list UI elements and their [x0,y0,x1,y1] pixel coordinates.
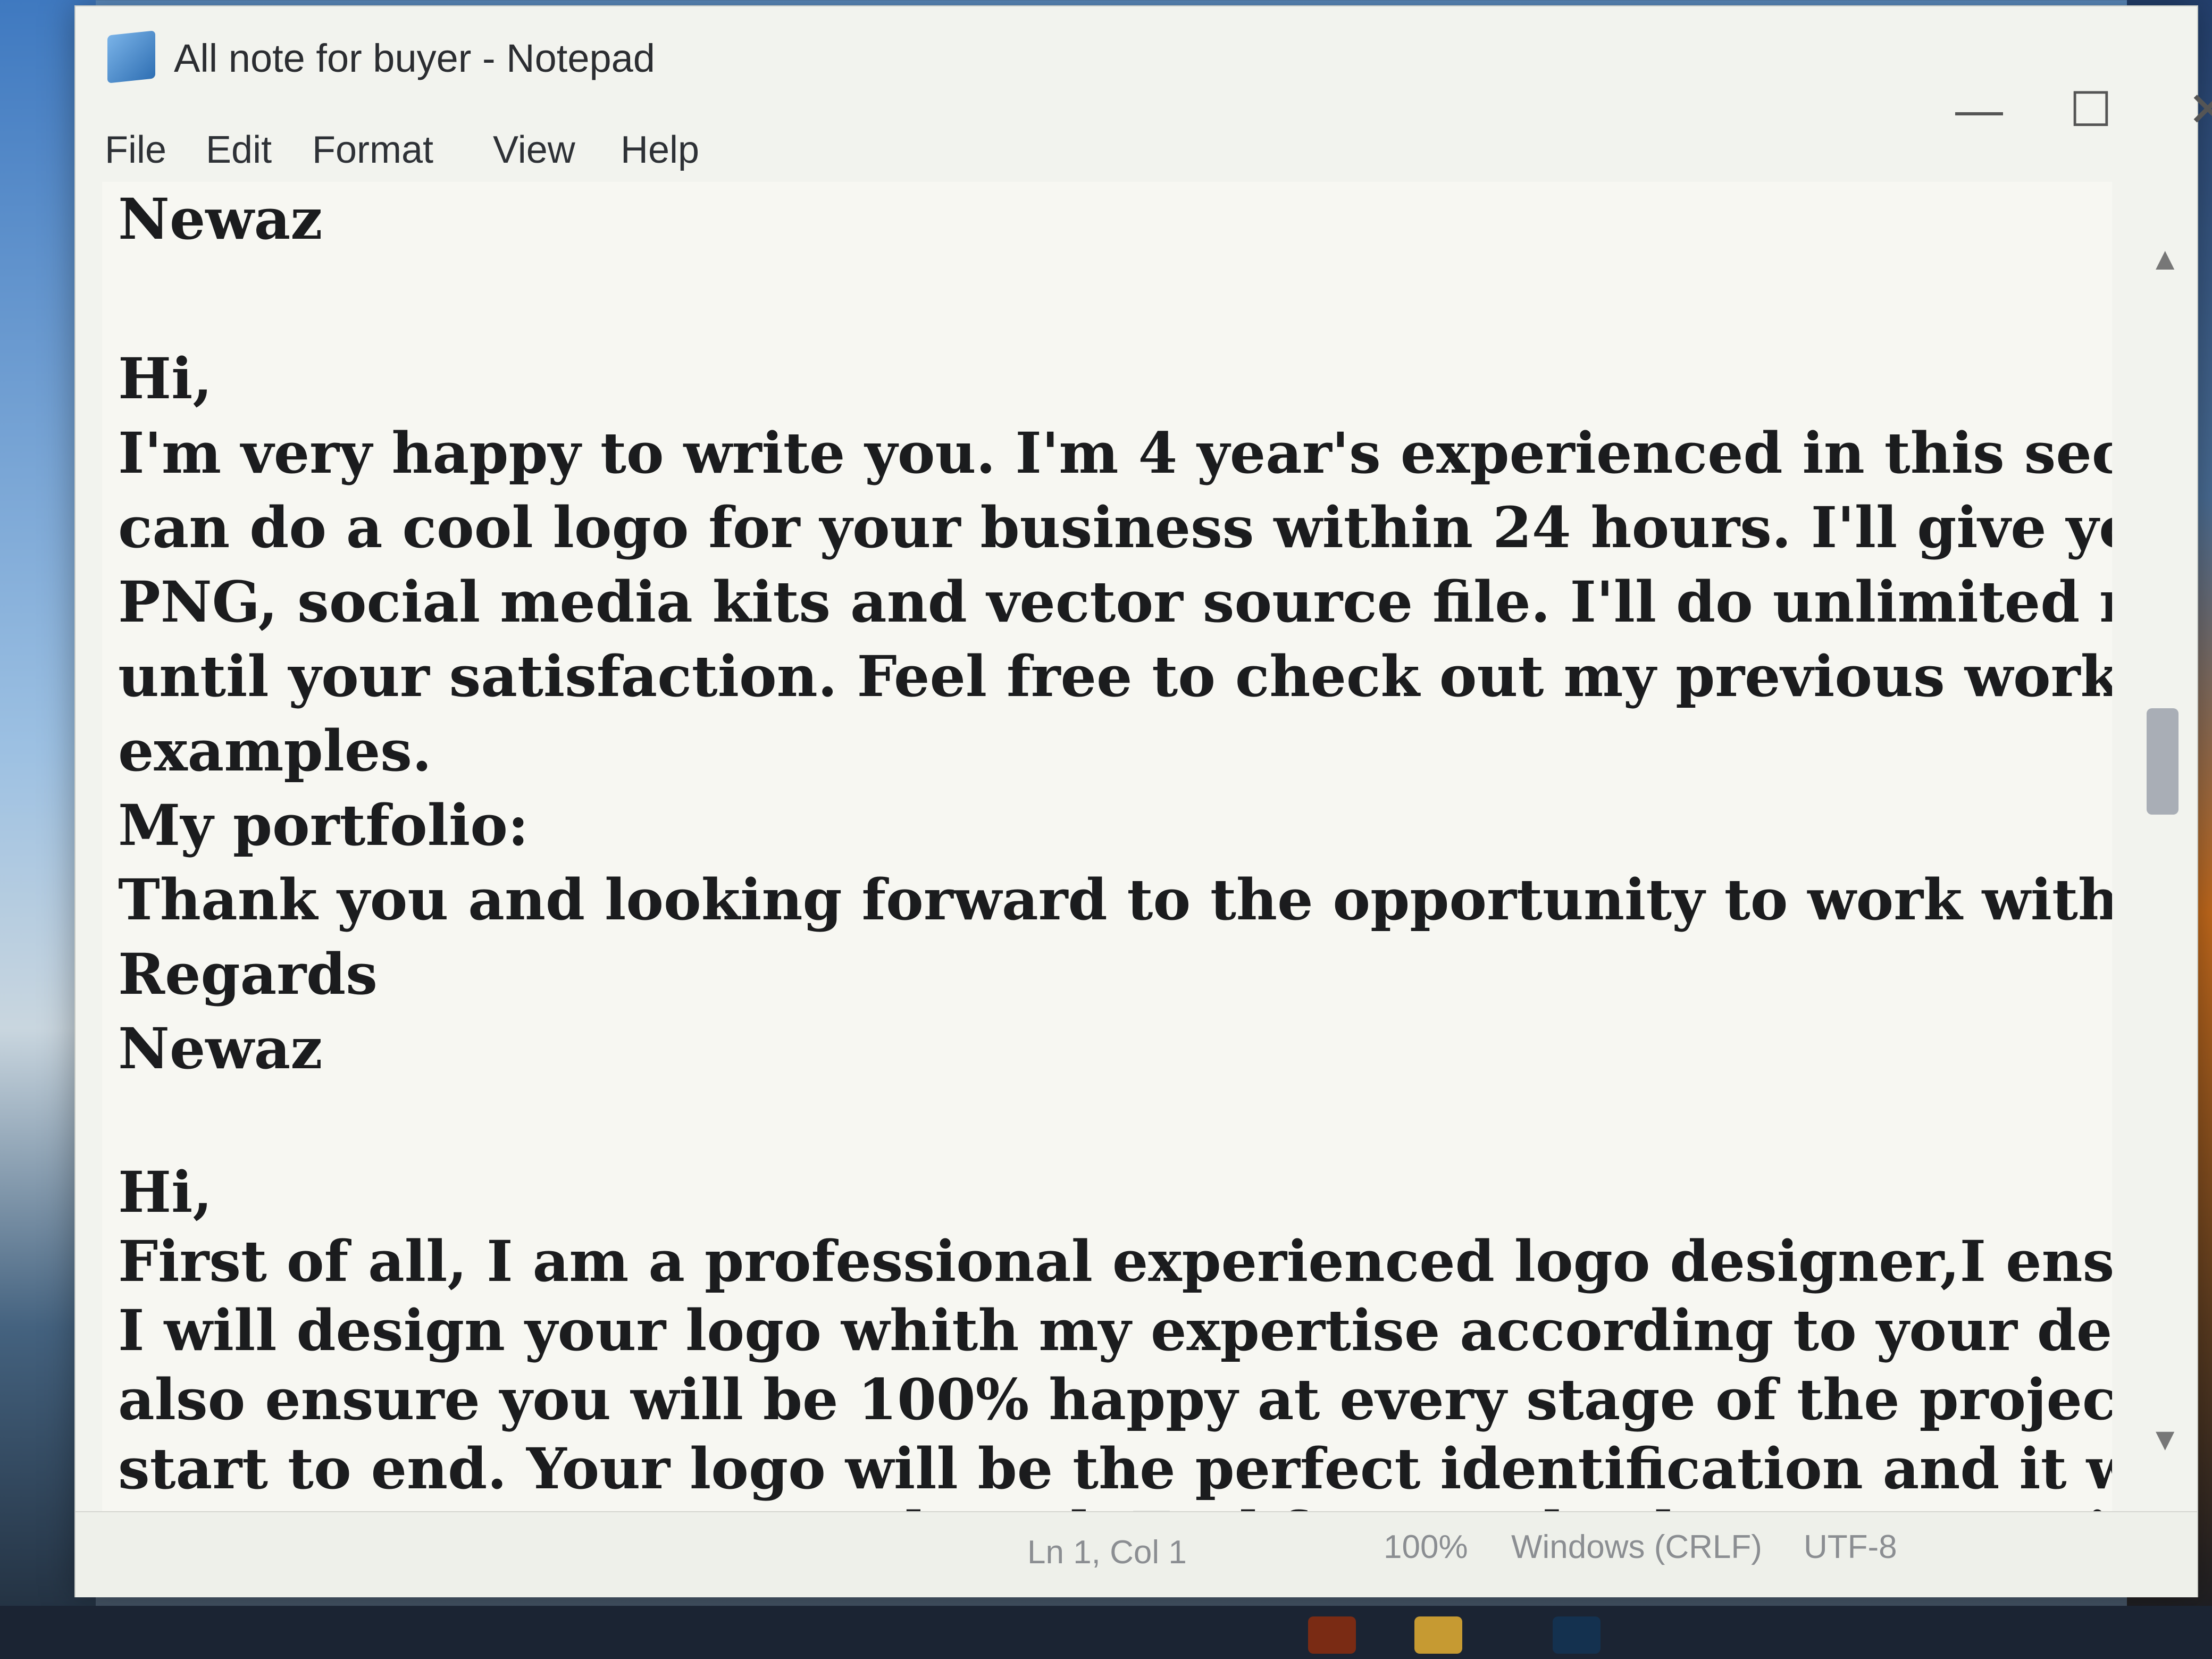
editor-line: until your satisfaction. Feel free to ch… [118,643,2112,709]
title-bar[interactable]: All note for buyer - Notepad — ☐ ✕ [76,6,2212,137]
menu-file[interactable]: File [105,118,166,182]
editor-line: My portfolio: [118,792,529,858]
menu-view[interactable]: View [493,118,575,182]
editor-line: Newaz [118,186,323,252]
scroll-up-icon[interactable]: ▲ [2149,240,2181,277]
editor-line: First of all, I am a professional experi… [118,1228,2112,1294]
photoshop-icon[interactable] [1553,1616,1601,1654]
editor-line: start to end. Your logo will be the perf… [118,1435,2112,1502]
editor-line: examples. [118,717,432,784]
minimize-button[interactable]: — [1926,70,2032,150]
editor-line: also ensure you will be 100% happy at ev… [118,1366,2112,1432]
editor-line: I will design your logo whith my experti… [118,1297,2112,1363]
editor-line: can do a cool logo for your business wit… [118,494,2112,560]
maximize-button[interactable]: ☐ [2038,70,2144,150]
scroll-thumb[interactable] [2147,708,2179,815]
status-bar: Ln 1, Col 1 100% Windows (CRLF) UTF-8 [76,1511,2197,1597]
encoding: UTF-8 [1804,1529,1897,1565]
menu-help[interactable]: Help [621,118,699,182]
notepad-window: All note for buyer - Notepad — ☐ ✕ File … [74,5,2212,1597]
editor-line: Hi, [118,1159,213,1225]
editor-line: Newaz [118,1015,323,1082]
editor-line: PNG, social media kits and vector source… [118,568,2112,635]
zoom-level: 100% [1384,1529,1468,1565]
cursor-position: Ln 1, Col 1 [1027,1534,1187,1571]
menu-edit[interactable]: Edit [206,118,272,182]
scroll-down-icon[interactable]: ▼ [2149,1421,2181,1457]
editor-line: I'm very happy to write you. I'm 4 year'… [118,420,2112,486]
window-title: All note for buyer - Notepad [174,36,655,80]
menu-format[interactable]: Format [312,118,433,182]
taskbar [0,1606,2212,1659]
editor-line: Hi, [118,345,213,412]
text-editor[interactable]: Newaz Hi, I'm very happy to write you. I… [102,182,2112,1516]
editor-line: Regards [118,941,378,1007]
notepad-icon [107,30,155,83]
close-button[interactable]: ✕ [2155,70,2212,150]
vertical-scrollbar[interactable]: ▲ ▼ [2139,230,2186,1506]
illustrator-icon[interactable] [1308,1616,1356,1654]
line-endings: Windows (CRLF) [1511,1529,1762,1565]
menu-bar: File Edit Format View Help [105,118,902,182]
editor-line: Thank you and looking forward to the opp… [118,866,2112,933]
folder-icon[interactable] [1414,1616,1462,1654]
